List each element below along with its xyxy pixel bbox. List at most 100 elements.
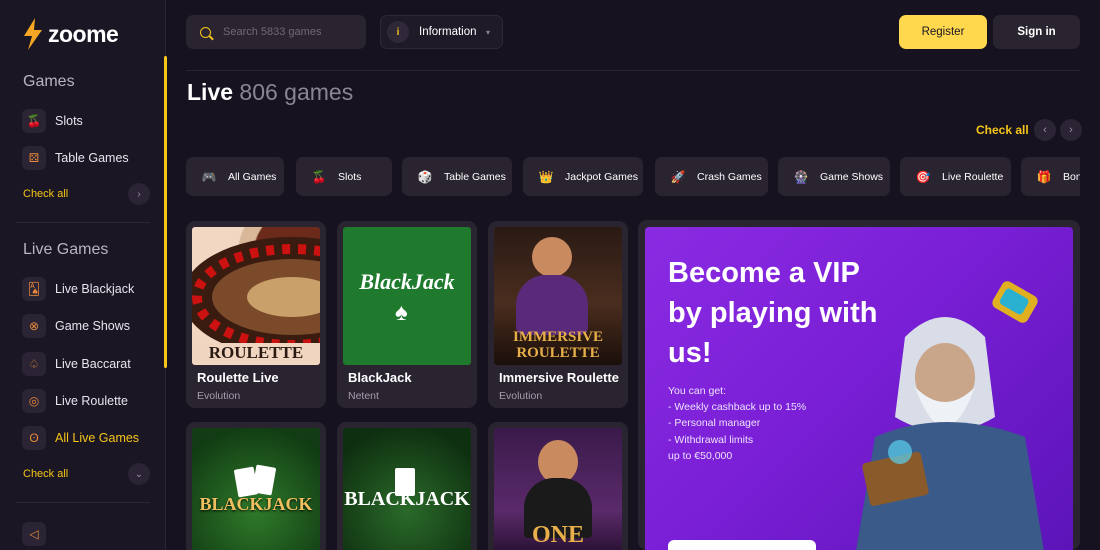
tab-slots[interactable]: 🍒 Slots [296, 157, 392, 196]
sidebar-item-live-blackjack[interactable]: 🂡 Live Blackjack [22, 277, 134, 301]
game-card[interactable]: BLACKJACK [337, 422, 477, 550]
dice-icon: 🎲 [417, 169, 433, 184]
page-title: Live 806 games [187, 79, 353, 106]
chevron-down-icon: ▾ [485, 27, 490, 37]
tab-jackpot-games[interactable]: 👑 Jackpot Games [523, 157, 643, 196]
megaphone-icon: ◁ [22, 522, 46, 546]
sidebar-item-live-baccarat[interactable]: ♤ Live Baccarat [22, 352, 131, 376]
game-name: Immersive Roulette [499, 370, 619, 385]
game-card-blackjack[interactable]: BlackJack ♠ BlackJack Netent [337, 221, 477, 408]
game-thumbnail: ROULETTE [192, 227, 320, 365]
sidebar-item-label: All Live Games [55, 431, 140, 445]
header-divider [186, 70, 1080, 71]
tab-crash-games[interactable]: 🚀 Crash Games [655, 157, 768, 196]
tab-bonus[interactable]: 🎁 Bon [1021, 157, 1080, 196]
perks-title: You can get: [668, 385, 726, 397]
roulette-icon: ◎ [22, 389, 46, 413]
sidebar-item-label: Table Games [55, 151, 129, 165]
brand-name: zoome [48, 20, 119, 47]
cherry-icon: 🍒 [311, 169, 327, 184]
lightning-icon [24, 18, 42, 50]
tab-table-games[interactable]: 🎲 Table Games [402, 157, 512, 196]
wheel-icon: ⊗ [22, 314, 46, 338]
spade-icon: ♤ [22, 352, 46, 376]
sidebar-item-label: Game Shows [55, 319, 131, 333]
game-name: Roulette Live [197, 370, 279, 385]
game-card[interactable]: BLACKJACK [186, 422, 326, 550]
games-count: 806 games [239, 79, 354, 105]
sidebar: zoome Games 🍒 Slots ⚄ Table Games Check … [0, 0, 167, 550]
game-thumbnail: IMMERSIVE ROULETTE [494, 227, 622, 365]
check-all-link[interactable]: Check all [976, 123, 1029, 137]
game-provider: Evolution [197, 390, 241, 402]
roulette-icon: 🎯 [915, 169, 931, 184]
tab-label: All Games [228, 170, 277, 183]
game-name: BlackJack [348, 370, 412, 385]
chevron-right-icon[interactable]: › [1060, 119, 1082, 141]
sidebar-item-label: Live Baccarat [55, 357, 131, 371]
page-title-text: Live [187, 79, 234, 105]
chevron-left-icon[interactable]: ‹ [1034, 119, 1056, 141]
sidebar-item-game-shows[interactable]: ⊗ Game Shows [22, 314, 130, 338]
sidebar-item-label: Live Blackjack [55, 282, 135, 296]
information-dropdown[interactable]: i Information ▾ [380, 15, 503, 49]
tab-live-roulette[interactable]: 🎯 Live Roulette [900, 157, 1011, 196]
crown-icon: 👑 [538, 169, 554, 184]
info-icon: i [387, 21, 409, 43]
live-check-all-link[interactable]: Check all [23, 468, 68, 480]
game-thumbnail: ONE [494, 428, 622, 550]
sidebar-item-promotions[interactable]: ◁ [22, 522, 46, 546]
tab-label: Table Games [444, 170, 506, 183]
game-provider: Netent [348, 390, 379, 402]
bonus-icon: 🎁 [1036, 169, 1052, 184]
tab-game-shows[interactable]: 🎡 Game Shows [778, 157, 890, 196]
search-box[interactable] [186, 15, 366, 49]
sidebar-scrollbar[interactable] [164, 56, 167, 368]
wheel-icon: 🎡 [793, 169, 809, 184]
search-icon [200, 26, 211, 38]
cards-icon: 🂡 [22, 277, 46, 301]
tab-label: Crash Games [697, 170, 762, 183]
sidebar-item-live-roulette[interactable]: ◎ Live Roulette [22, 389, 128, 413]
game-thumbnail: BLACKJACK [192, 428, 320, 550]
perk-item: - Weekly cashback up to 15% [668, 401, 807, 414]
search-input[interactable] [223, 26, 353, 38]
divider [16, 502, 150, 503]
sidebar-item-table-games[interactable]: ⚄ Table Games [22, 146, 129, 170]
games-section-title: Games [23, 73, 75, 90]
register-button[interactable]: Register [899, 15, 987, 49]
dice-icon: ⚄ [22, 146, 46, 170]
logo[interactable]: zoome [22, 18, 119, 50]
tab-label: Game Shows [820, 170, 884, 183]
tab-label: Jackpot Games [565, 170, 638, 183]
games-check-all-link[interactable]: Check all [23, 188, 68, 200]
sidebar-item-slots[interactable]: 🍒 Slots [22, 109, 83, 133]
card-icon [251, 464, 277, 496]
chevron-right-icon[interactable]: › [128, 183, 150, 205]
dealer-body [516, 275, 588, 335]
vip-promo-banner[interactable]: Become a VIP by playing with us! You can… [638, 220, 1080, 550]
thumbnail-title: ONE [531, 522, 584, 548]
bear-icon: ʘ [22, 426, 46, 450]
sidebar-item-label: Live Roulette [55, 394, 128, 408]
game-card[interactable]: ONE [488, 422, 628, 550]
thumbnail-title: BLACKJACK [199, 494, 313, 514]
sidebar-item-all-live-games[interactable]: ʘ All Live Games [22, 426, 139, 450]
game-card-immersive-roulette[interactable]: IMMERSIVE ROULETTE Immersive Roulette Ev… [488, 221, 628, 408]
wizard-illustration [856, 281, 1044, 550]
gamepad-icon: 🎮 [201, 169, 217, 184]
promo-cta-button[interactable] [668, 540, 816, 550]
tab-all-games[interactable]: 🎮 All Games [186, 157, 284, 196]
sidebar-item-label: Slots [55, 114, 83, 128]
thumbnail-title: BLACKJACK [344, 488, 470, 510]
thumbnail-title: ROULETTE [192, 343, 320, 363]
tab-label: Slots [338, 170, 362, 183]
thumbnail-title: BlackJack [359, 269, 455, 294]
sign-in-button[interactable]: Sign in [993, 15, 1080, 49]
chevron-down-icon[interactable]: ⌄ [128, 463, 150, 485]
game-card-roulette-live[interactable]: ROULETTE Roulette Live Evolution [186, 221, 326, 408]
perk-item: - Personal manager [668, 417, 761, 430]
game-thumbnail: BlackJack ♠ [343, 227, 471, 365]
promo-perks: You can get: - Weekly cashback up to 15%… [668, 383, 806, 464]
thumbnail-title: IMMERSIVE ROULETTE [512, 329, 603, 361]
